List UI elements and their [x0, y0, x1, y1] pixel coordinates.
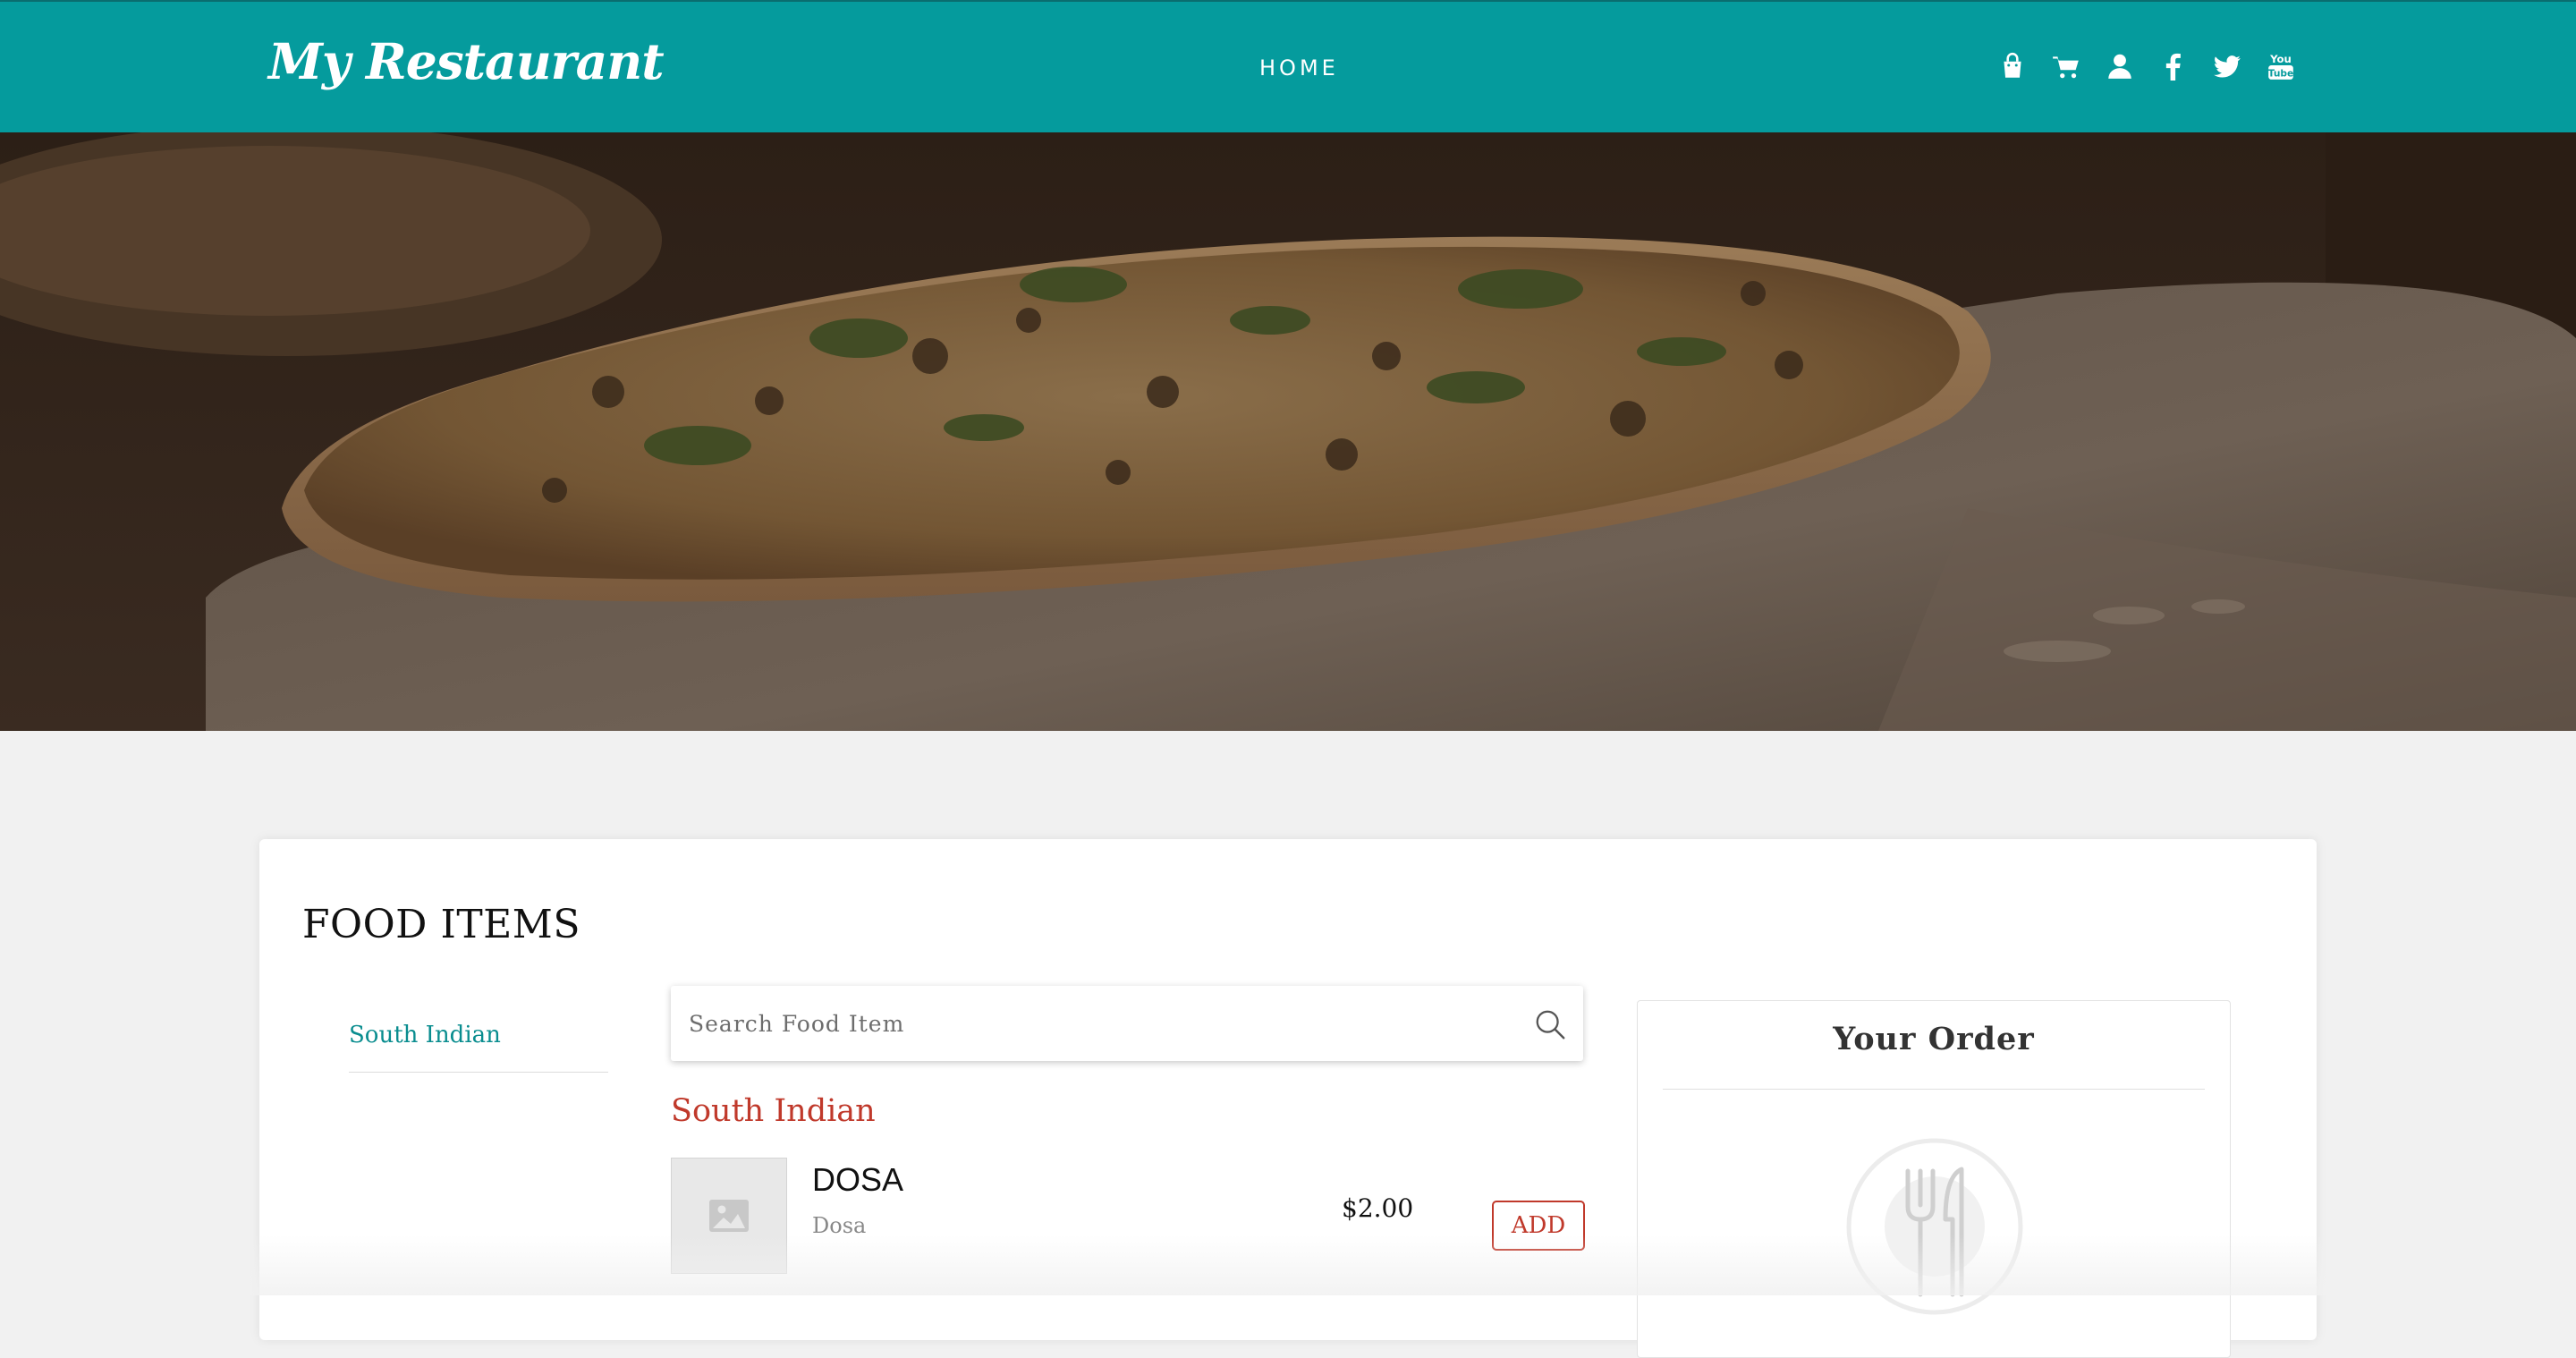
top-navbar: My Restaurant HOME You Tube: [0, 0, 2576, 132]
shopping-bag-icon[interactable]: [1996, 50, 2029, 82]
twitter-icon[interactable]: [2211, 50, 2243, 82]
search-input[interactable]: [671, 986, 1583, 1061]
fork-knife-icon: [1846, 1138, 2023, 1315]
search-icon[interactable]: [1533, 1007, 1567, 1041]
search-box: [671, 986, 1583, 1061]
brand-logo[interactable]: My Restaurant: [268, 32, 665, 90]
image-placeholder-icon: [709, 1200, 749, 1232]
category-item-south-indian[interactable]: South Indian: [349, 1022, 608, 1073]
add-item-button[interactable]: ADD: [1492, 1201, 1585, 1251]
cart-icon[interactable]: [2050, 50, 2082, 82]
food-items-card: FOOD ITEMS South Indian South Indian DOS…: [259, 839, 2317, 1358]
facebook-icon[interactable]: [2157, 50, 2190, 82]
order-divider: [1663, 1089, 2205, 1090]
youtube-label-top: You: [2269, 53, 2292, 65]
food-item-price: $2.00: [1342, 1193, 1414, 1223]
hero-banner-image: [0, 132, 2576, 731]
section-heading-south-indian: South Indian: [671, 1093, 876, 1129]
order-title: Your Order: [1833, 1021, 2035, 1057]
food-item-description: Dosa: [812, 1213, 867, 1238]
page-title: FOOD ITEMS: [302, 902, 580, 947]
nav-home-link[interactable]: HOME: [1259, 55, 1339, 81]
food-item-name: DOSA: [812, 1161, 904, 1198]
user-icon[interactable]: [2104, 50, 2136, 82]
youtube-icon[interactable]: You Tube: [2265, 50, 2297, 82]
youtube-label-bottom: Tube: [2268, 68, 2293, 80]
your-order-panel: Your Order: [1637, 1000, 2231, 1358]
nav-icon-group: You Tube: [1996, 50, 2297, 82]
food-image-placeholder: [671, 1158, 787, 1274]
